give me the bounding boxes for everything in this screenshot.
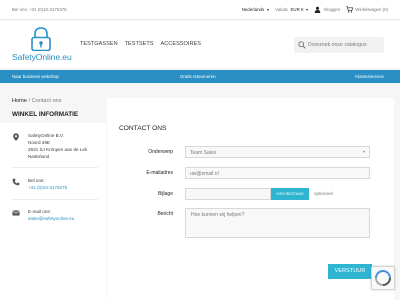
login-label: Inloggen xyxy=(323,7,341,12)
search-icon[interactable] xyxy=(298,41,306,49)
currency-selector[interactable]: Valuta: EUR € xyxy=(275,7,309,12)
cart-label: Winkelwagen (0) xyxy=(355,7,388,12)
mail-icon xyxy=(12,210,20,216)
contact-title: CONTACT ONS xyxy=(119,125,167,132)
language-value: Nederlands xyxy=(241,7,265,12)
breadcrumb: Home / Contact ons xyxy=(12,98,61,104)
logo-text: SafetyOnline.eu xyxy=(12,52,72,62)
chevron-down-icon xyxy=(363,151,365,153)
language-selector[interactable]: Nederlands xyxy=(241,7,270,12)
top-bar: Bel ons: +31 (0)10-3176375 Nederlands Va… xyxy=(0,0,400,20)
recaptcha-icon xyxy=(375,270,391,286)
breadcrumb-home[interactable]: Home xyxy=(12,98,27,104)
breadcrumb-current: Contact ons xyxy=(31,98,62,104)
attachment-label: Bijlage xyxy=(157,191,173,197)
currency-label: Valuta: xyxy=(275,7,289,12)
chevron-down-icon xyxy=(267,8,270,11)
email-text: E-mail ons: sales@safetyonline.eu xyxy=(28,208,74,222)
phone-text: Bel ons: +31 (0)10-3176375 xyxy=(28,177,67,191)
phone-label: Bel ons: xyxy=(28,178,45,183)
top-bar-right: Nederlands Valuta: EUR € Inloggen Winkel… xyxy=(242,6,388,13)
message-label: Bericht xyxy=(157,211,173,217)
phone-block: Bel ons: +31 (0)10-3176375 xyxy=(12,177,67,191)
address-text: SafetyOnline B.V. Noord 49E 2931 SJ Krim… xyxy=(28,132,87,160)
nav-accessoires[interactable]: Accessoires xyxy=(161,41,201,47)
search-input[interactable]: Doorzoek onze catalogus xyxy=(308,42,367,48)
address-block: SafetyOnline B.V. Noord 49E 2931 SJ Krim… xyxy=(12,132,87,160)
email-label: E-mail ons: xyxy=(28,209,51,214)
divider xyxy=(12,167,98,168)
address-line: Nederland xyxy=(28,154,50,159)
lock-icon xyxy=(31,27,51,51)
message-textarea[interactable]: Hoe kunnen wij helpen? xyxy=(185,208,370,238)
subject-select[interactable]: Team Sales xyxy=(185,146,370,158)
email-link[interactable]: sales@safetyonline.eu xyxy=(28,215,74,222)
recaptcha-badge[interactable] xyxy=(371,266,395,290)
address-line: 2931 SJ Krimpen aan de Lek xyxy=(28,147,88,152)
main-nav: Testgassen Testsets Accessoires xyxy=(80,41,201,47)
store-info-title: WINKEL INFORMATIE xyxy=(12,111,79,118)
cart-link[interactable]: Winkelwagen (0) xyxy=(346,6,388,13)
free-returns-text: Gratis retourneren xyxy=(180,74,216,79)
submit-button[interactable]: VERSTUUR xyxy=(328,264,372,279)
optional-label: optioneel xyxy=(314,191,333,196)
address-line: Noord 49E xyxy=(28,140,50,145)
search-box[interactable]: Doorzoek onze catalogus xyxy=(294,37,384,53)
cart-icon xyxy=(346,6,354,13)
attachment-field[interactable] xyxy=(185,188,271,200)
chevron-down-icon xyxy=(306,8,309,11)
divider xyxy=(12,199,98,200)
promo-bar: Naar business webshop Gratis retourneren… xyxy=(0,70,400,83)
address-line: SafetyOnline B.V. xyxy=(28,133,64,138)
subject-value: Team Sales xyxy=(190,150,217,156)
email-field-label: E-mailadres xyxy=(146,170,173,176)
nav-testgassen[interactable]: Testgassen xyxy=(80,41,118,47)
login-link[interactable]: Inloggen xyxy=(314,6,340,13)
header-phone[interactable]: Bel ons: +31 (0)10-3176375 xyxy=(12,7,67,12)
subject-label: Onderwerp xyxy=(148,149,173,155)
store-info-panel: SafetyOnline B.V. Noord 49E 2931 SJ Krim… xyxy=(0,123,106,300)
email-block: E-mail ons: sales@safetyonline.eu xyxy=(12,208,74,222)
breadcrumb-separator: / xyxy=(28,98,31,104)
contact-form-panel: CONTACT ONS Onderwerp Team Sales E-maila… xyxy=(107,98,394,300)
logo[interactable]: SafetyOnline.eu xyxy=(12,27,82,63)
phone-icon xyxy=(12,178,20,186)
customer-service-link[interactable]: Klantenservice xyxy=(355,74,384,79)
header: SafetyOnline.eu Testgassen Testsets Acce… xyxy=(0,21,400,68)
nav-testsets[interactable]: Testsets xyxy=(125,41,154,47)
phone-link[interactable]: +31 (0)10-3176375 xyxy=(28,184,67,191)
choose-file-button[interactable]: KIES BESTAND xyxy=(271,188,309,200)
currency-value: EUR € xyxy=(290,7,304,12)
location-icon xyxy=(13,133,19,141)
user-icon xyxy=(315,6,321,13)
business-webshop-link[interactable]: Naar business webshop xyxy=(12,74,59,79)
email-field[interactable]: uw@email.nl xyxy=(185,167,370,179)
